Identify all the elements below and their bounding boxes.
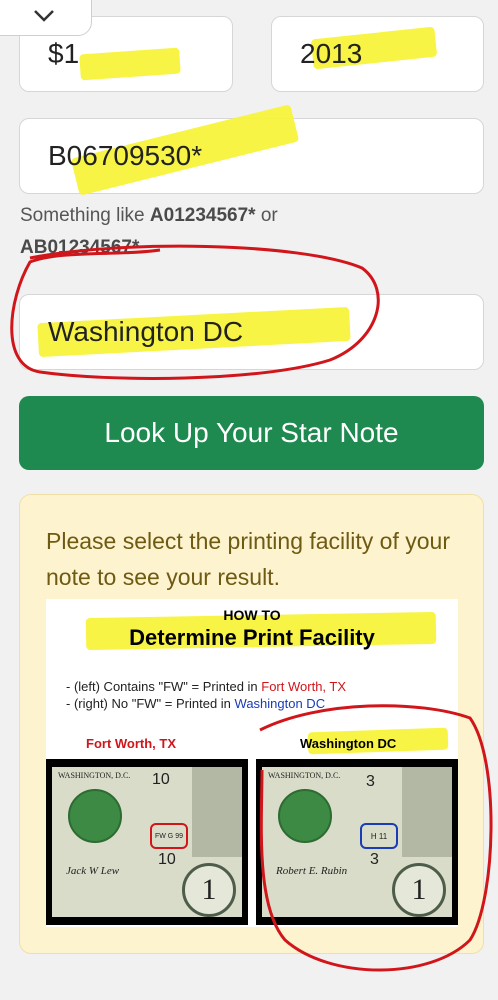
year-value: 2013 (300, 38, 363, 69)
infographic-title: Determine Print Facility (129, 625, 375, 650)
washington-dc-bill: WASHINGTON, D.C. 3 H 11 3 Robert E. Rubi… (256, 759, 458, 925)
facility-info-panel: Please select the printing facility of y… (19, 494, 484, 954)
one-dollar-emblem: 1 (182, 863, 236, 917)
print-facility-infographic: HOW TO Determine Print Facility - (left)… (46, 599, 458, 927)
year-field[interactable]: 2013 (271, 16, 484, 92)
washington-dc-label: Washington DC (300, 736, 397, 751)
treasury-seal-icon (278, 789, 332, 843)
lookup-star-note-button[interactable]: Look Up Your Star Note (19, 396, 484, 470)
serial-number-value: B06709530* (48, 140, 203, 171)
select-facility-message: Please select the printing facility of y… (46, 528, 450, 590)
olive-branch-icon (192, 767, 242, 857)
infographic-line-left: - (left) Contains "FW" = Printed in Fort… (66, 679, 347, 694)
infographic-line-right: - (right) No "FW" = Printed in Washingto… (66, 696, 326, 711)
serial-number-field[interactable]: B06709530* (19, 104, 484, 196)
infographic-kicker: HOW TO (223, 607, 281, 623)
treasury-seal-icon (68, 789, 122, 843)
olive-branch-icon (402, 767, 452, 857)
collapse-tab[interactable] (0, 0, 92, 36)
denomination-value: $1 (48, 38, 80, 69)
one-dollar-emblem: 1 (392, 863, 446, 917)
fort-worth-label: Fort Worth, TX (86, 736, 177, 751)
serial-format-hint: Something like A01234567* or AB01234567* (20, 205, 278, 258)
facility-select[interactable]: Washington DC (19, 294, 484, 370)
chevron-down-icon (34, 10, 54, 22)
fort-worth-bill: WASHINGTON, D.C. 10 FW G 99 10 Jack W Le… (46, 759, 248, 925)
facility-value: Washington DC (48, 316, 244, 347)
